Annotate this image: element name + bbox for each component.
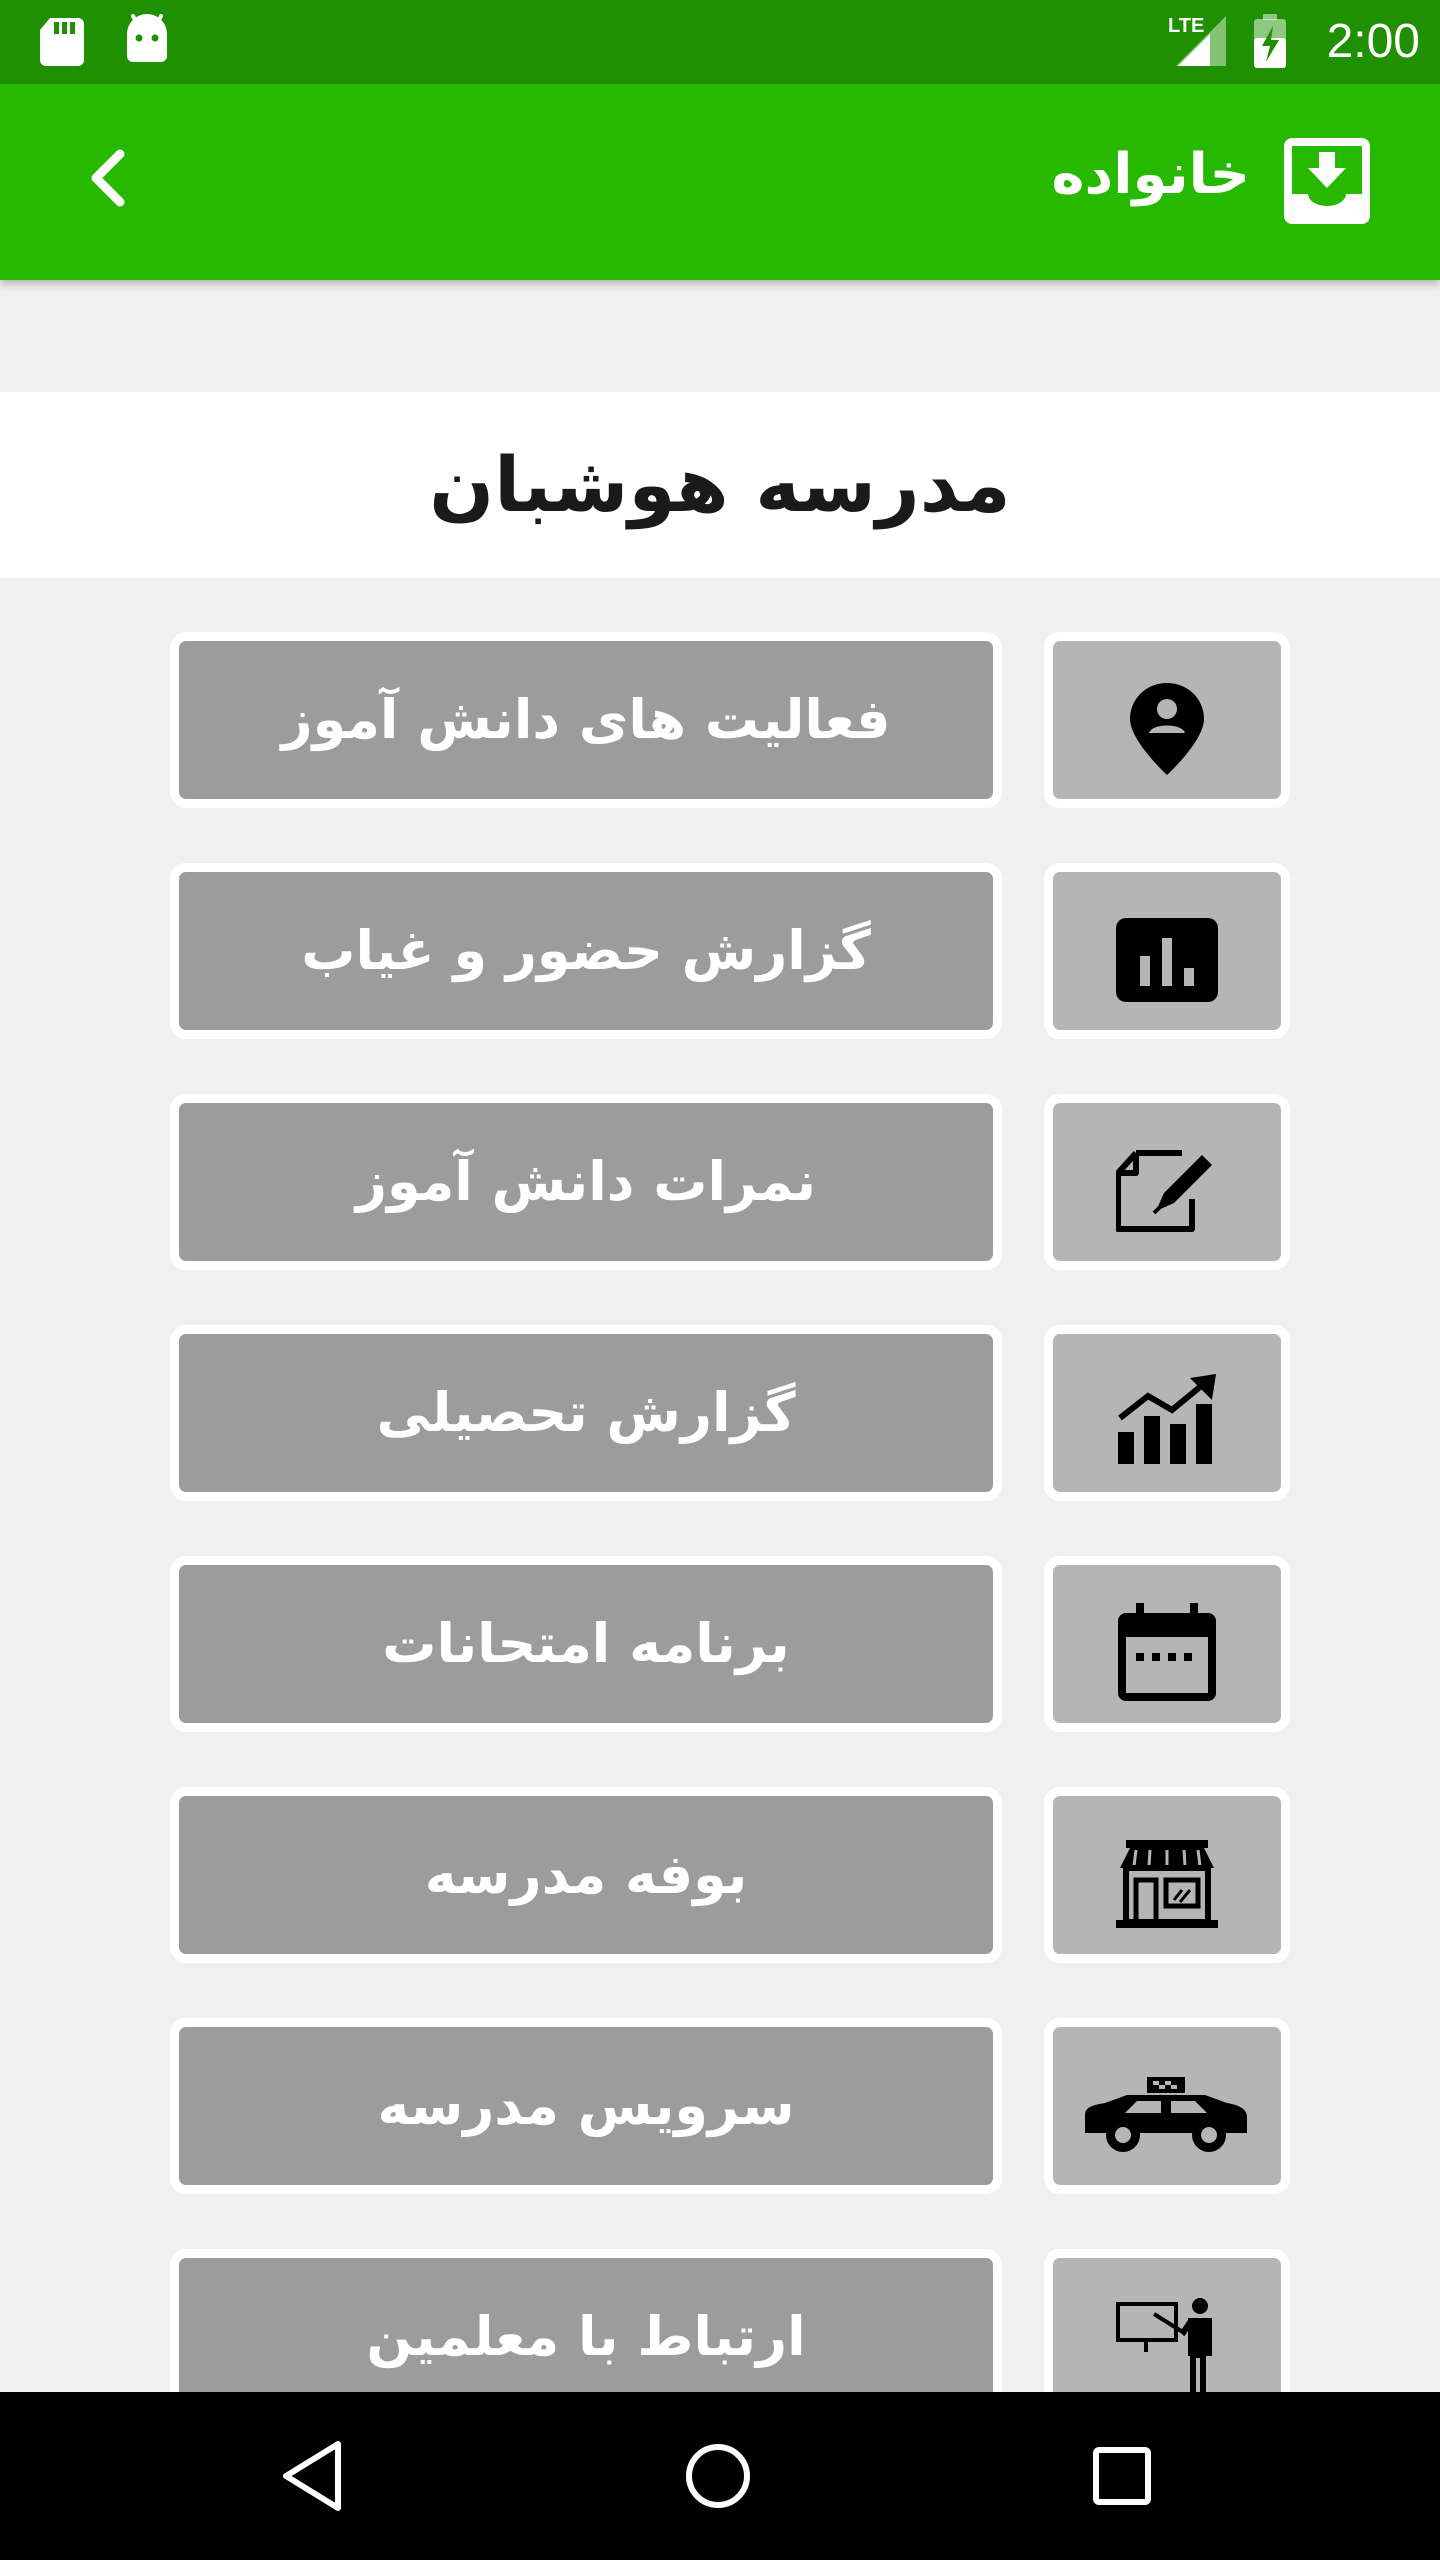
academic-report-icon-button[interactable] [1044, 1325, 1290, 1501]
academic-report-button[interactable]: گزارش تحصیلی [170, 1325, 1002, 1501]
menu-item-exam-schedule: برنامه امتحانات [170, 1556, 1290, 1732]
menu-item-student-grades: نمرات دانش آموز [170, 1094, 1290, 1270]
attendance-report-button[interactable]: گزارش حضور و غیاب [170, 863, 1002, 1039]
school-buffet-button[interactable]: بوفه مدرسه [170, 1787, 1002, 1963]
menu-item-attendance-report: گزارش حضور و غیاب [170, 863, 1290, 1039]
school-service-icon-button[interactable] [1044, 2018, 1290, 2194]
taxi-icon [1085, 2077, 1247, 2152]
navigation-bar [0, 2392, 1440, 2560]
battery-charging-icon [1254, 14, 1286, 68]
bar-chart-icon [1116, 918, 1218, 1002]
nav-back-icon[interactable] [274, 2436, 354, 2516]
menu-item-school-buffet: بوفه مدرسه [170, 1787, 1290, 1963]
nav-home-icon[interactable] [678, 2436, 758, 2516]
sd-card-icon [40, 18, 84, 66]
store-icon [1116, 1840, 1218, 1928]
school-header: مدرسه هوشبان [0, 392, 1440, 578]
location-person-icon [1130, 683, 1204, 775]
student-grades-icon-button[interactable] [1044, 1094, 1290, 1270]
android-icon [127, 14, 167, 62]
menu-item-academic-report: گزارش تحصیلی [170, 1325, 1290, 1501]
teacher-icon [1116, 2298, 1212, 2394]
student-grades-button[interactable]: نمرات دانش آموز [170, 1094, 1002, 1270]
app-bar: خانواده [0, 84, 1440, 280]
growth-chart-icon [1118, 1374, 1216, 1464]
svg-text:LTE: LTE [1168, 15, 1204, 37]
attendance-report-icon-button[interactable] [1044, 863, 1290, 1039]
inbox-download-icon [1284, 138, 1370, 224]
school-buffet-icon-button[interactable] [1044, 1787, 1290, 1963]
signal-icon: LTE [1168, 15, 1226, 66]
school-name: مدرسه هوشبان [429, 440, 1011, 529]
school-service-button[interactable]: سرویس مدرسه [170, 2018, 1002, 2194]
menu-item-school-service: سرویس مدرسه [170, 2018, 1290, 2194]
status-bar: LTE 2:00 [0, 0, 1440, 84]
menu-item-student-activities: فعالیت های دانش آموز [170, 632, 1290, 808]
exam-schedule-button[interactable]: برنامه امتحانات [170, 1556, 1002, 1732]
nav-recents-icon[interactable] [1082, 2436, 1162, 2516]
calendar-icon [1118, 1603, 1216, 1701]
back-button[interactable] [70, 138, 150, 218]
exam-schedule-icon-button[interactable] [1044, 1556, 1290, 1732]
student-activities-button[interactable]: فعالیت های دانش آموز [170, 632, 1002, 808]
app-bar-title: خانواده [1051, 142, 1250, 207]
student-activities-icon-button[interactable] [1044, 632, 1290, 808]
status-clock: 2:00 [1326, 15, 1420, 68]
edit-note-icon [1116, 1150, 1212, 1232]
